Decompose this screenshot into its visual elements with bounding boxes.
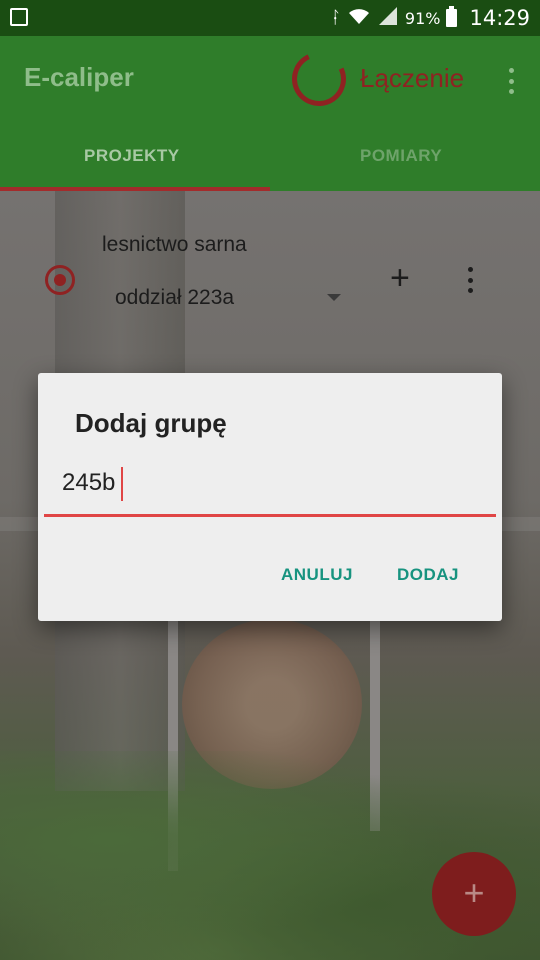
group-name-input[interactable]: 245b: [44, 461, 496, 517]
group-name-value: 245b: [62, 469, 116, 496]
dialog-title: Dodaj grupę: [75, 408, 227, 438]
text-cursor: [121, 467, 123, 501]
add-button[interactable]: DODAJ: [397, 565, 459, 585]
add-group-dialog: Dodaj grupę 245b ANULUJ DODAJ: [38, 373, 502, 621]
cancel-button[interactable]: ANULUJ: [281, 565, 353, 585]
